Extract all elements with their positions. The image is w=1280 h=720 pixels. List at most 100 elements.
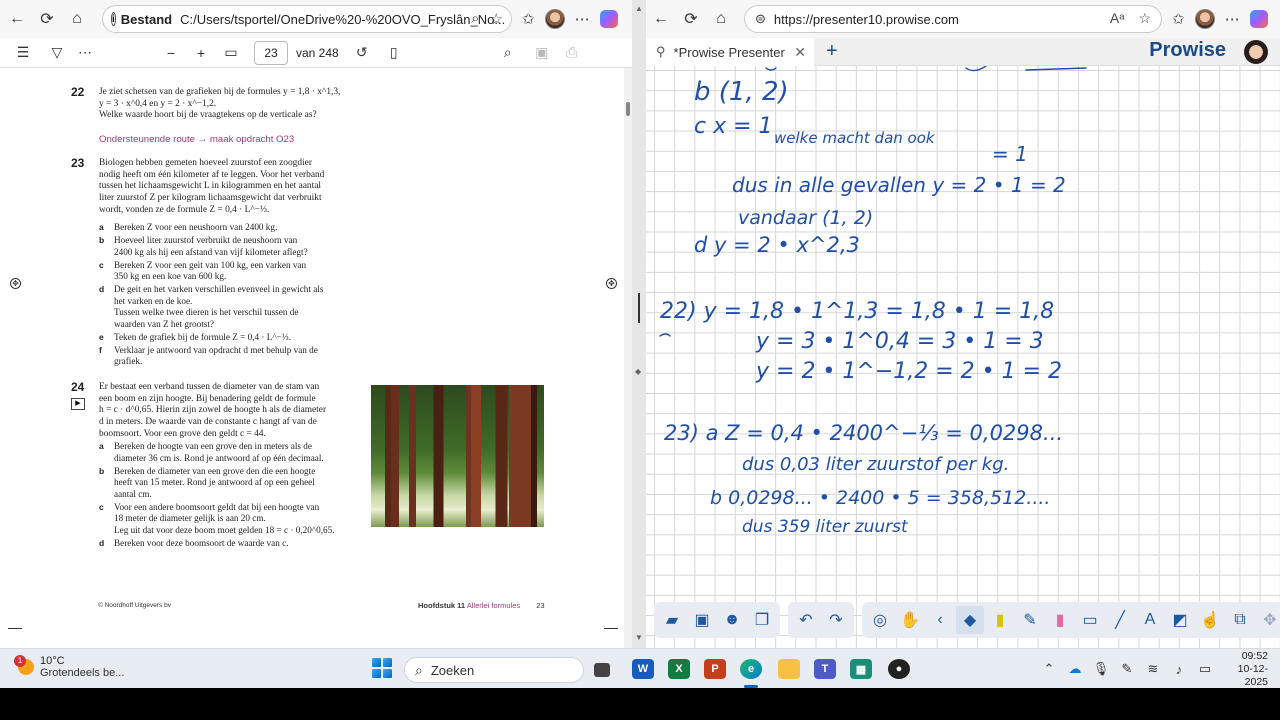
refresh-icon[interactable]: ⟳ [32, 4, 62, 34]
draw-icon[interactable]: ▽ [48, 44, 66, 61]
move-icon[interactable]: ✥ [1256, 606, 1280, 634]
weather-widget[interactable]: 1 10°C Grotendeels be... [14, 655, 124, 679]
crop-icon[interactable]: ⧉ [1226, 606, 1254, 634]
volume-icon[interactable]: ♪ [1166, 662, 1192, 677]
marker-icon[interactable]: ▮ [1046, 606, 1074, 634]
users-icon[interactable]: ☻ [718, 606, 746, 634]
onedrive-icon[interactable]: ☁ [1062, 661, 1088, 677]
battery-icon[interactable]: ▭ [1192, 661, 1218, 677]
back-icon[interactable]: ← [2, 4, 32, 34]
prowise-logo: Prowise [1149, 39, 1226, 61]
pen-icon[interactable]: ✎ [1114, 661, 1140, 677]
move-handle-icon[interactable]: ✥ [606, 278, 617, 289]
page-view-icon[interactable]: ▯ [385, 44, 403, 61]
home-icon[interactable]: ⌂ [62, 4, 92, 34]
windows-start-icon[interactable] [372, 658, 392, 678]
teams-icon[interactable]: T [814, 659, 836, 679]
page-number-input[interactable]: 23 [254, 40, 288, 65]
compass-icon[interactable]: ◎ [866, 606, 894, 634]
pages-icon[interactable]: ❐ [748, 606, 776, 634]
left-url-field[interactable]: i Bestand C:/Users/tsportel/OneDrive%20-… [102, 5, 512, 33]
tab-prowise-presenter[interactable]: ⚲ *Prowise Presenter ✕ [646, 38, 814, 66]
app-icon[interactable]: ● [888, 659, 910, 679]
question-subitem: a Bereken de hoogte van een grove den in … [99, 441, 369, 464]
whiteboard-canvas[interactable]: b (1, 2) c x = 1 welke macht dan ook = 1… [646, 66, 1280, 648]
wifi-icon[interactable]: ≋ [1140, 661, 1166, 677]
fill-icon[interactable]: ◩ [1166, 606, 1194, 634]
collapse-icon[interactable]: ‹ [926, 606, 954, 634]
refresh-icon[interactable]: ⟳ [676, 4, 706, 34]
more-icon[interactable]: ⋯ [1225, 10, 1240, 28]
more-icon[interactable]: ⋯ [575, 10, 590, 28]
more-tools-icon[interactable]: ⋯ [76, 44, 94, 61]
text-icon[interactable]: A [1136, 606, 1164, 634]
subitem-letter: d [99, 284, 105, 294]
undo-icon[interactable]: ↶ [792, 606, 820, 634]
line-icon[interactable]: ╱ [1106, 606, 1134, 634]
subitem-line: 18 meter de diameter gelijk is aan 20 cm… [114, 513, 266, 523]
read-aloud-icon[interactable]: Aᵃ [1110, 10, 1125, 27]
highlighter-icon[interactable]: ▮ [986, 606, 1014, 634]
video-icon[interactable]: ▶ [71, 398, 85, 410]
folder-icon[interactable]: ▰ [658, 606, 686, 634]
save-icon[interactable]: ▣ [533, 44, 551, 61]
rectangle-icon[interactable]: ▭ [1076, 606, 1104, 634]
taskbar-search[interactable]: ⌕ Zoeken [404, 657, 584, 683]
avatar[interactable] [1244, 40, 1268, 64]
contents-icon[interactable]: ☰ [14, 44, 32, 61]
copilot-icon[interactable] [599, 10, 618, 28]
home-icon[interactable]: ⌂ [706, 4, 736, 34]
question-subitem: e Teken de grafiek bij de formule Z = 0,4… [99, 332, 369, 344]
subitem-line: Bereken Z voor een neushoorn van 2400 kg… [114, 222, 278, 232]
calculator-icon[interactable]: ▦ [850, 659, 872, 679]
support-route-link[interactable]: Ondersteunende route → maak opdracht O23 [99, 134, 294, 145]
chevron-up-icon[interactable]: ⌃ [1036, 661, 1062, 677]
task-view-icon[interactable] [594, 663, 610, 677]
info-icon[interactable]: i [111, 12, 116, 26]
edge-icon[interactable]: e [740, 659, 762, 679]
pdf-page: 22 Je ziet schetsen van de grafieken bij… [8, 68, 620, 630]
subitem-line: Bereken de hoogte van een grove den in m… [114, 441, 312, 451]
clock[interactable]: 09:52 10-12-2025 [1218, 650, 1280, 689]
zoom-out-icon[interactable]: − [162, 45, 180, 61]
toolbar-group-files: ▰ ▣ ☻ ❐ [654, 602, 780, 638]
rotate-icon[interactable]: ↺ [353, 44, 371, 61]
redo-icon[interactable]: ↷ [822, 606, 850, 634]
favorite-star-icon[interactable]: ☆ [1138, 10, 1151, 27]
zoom-in-icon[interactable]: + [192, 45, 210, 61]
avatar[interactable] [544, 9, 565, 29]
forest-photo [371, 385, 544, 527]
pen-icon[interactable]: ✎ [1016, 606, 1044, 634]
powerpoint-icon[interactable]: P [704, 659, 726, 679]
file-explorer-icon[interactable] [778, 659, 800, 679]
add-tab-icon[interactable]: + [826, 40, 838, 63]
favorites-icon[interactable]: ✩ [522, 10, 535, 28]
media-icon[interactable]: ▣ [688, 606, 716, 634]
pdf-scrollbar[interactable] [624, 68, 632, 648]
hand-icon[interactable]: ✋ [896, 606, 924, 634]
right-url-field[interactable]: ⊜ https://presenter10.prowise.com Aᵃ ☆ [744, 5, 1162, 33]
subitem-line: Verklaar je antwoord van opdracht d met … [114, 344, 318, 355]
eraser-icon[interactable]: ◆ [956, 606, 984, 634]
copilot-icon[interactable] [1249, 10, 1268, 28]
print-icon[interactable]: ⎙ [563, 44, 581, 61]
site-settings-icon[interactable]: ⊜ [755, 11, 766, 27]
back-icon[interactable]: ← [646, 4, 676, 34]
subitem-line: Bereken voor deze boomsoort de waarde va… [114, 537, 289, 548]
touch-icon[interactable]: ☝ [1196, 606, 1224, 634]
left-address-bar: ← ⟳ ⌂ i Bestand C:/Users/tsportel/OneDri… [0, 0, 640, 38]
handwriting-line: 23) a Z = 0,4 • 2400^−⅓ = 0,0298... [664, 421, 1063, 445]
favorite-star-icon[interactable]: ☆ [490, 10, 503, 28]
move-handle-icon[interactable]: ✥ [10, 278, 21, 289]
microphone-icon[interactable]: 🎙 [1088, 661, 1114, 677]
question-line: Biologen hebben gemeten hoeveel zuurstof… [99, 158, 312, 168]
fit-page-icon[interactable]: ▭ [222, 44, 240, 61]
word-icon[interactable]: W [632, 659, 654, 679]
favorites-icon[interactable]: ✩ [1172, 10, 1185, 28]
close-icon[interactable]: ✕ [794, 44, 806, 61]
avatar[interactable] [1194, 9, 1215, 29]
search-icon[interactable]: ⌕ [499, 44, 517, 61]
excel-icon[interactable]: X [668, 659, 690, 679]
split-divider[interactable]: ▲ ◆ ▼ [632, 0, 646, 648]
zoom-icon[interactable]: ⌕ [471, 10, 479, 28]
